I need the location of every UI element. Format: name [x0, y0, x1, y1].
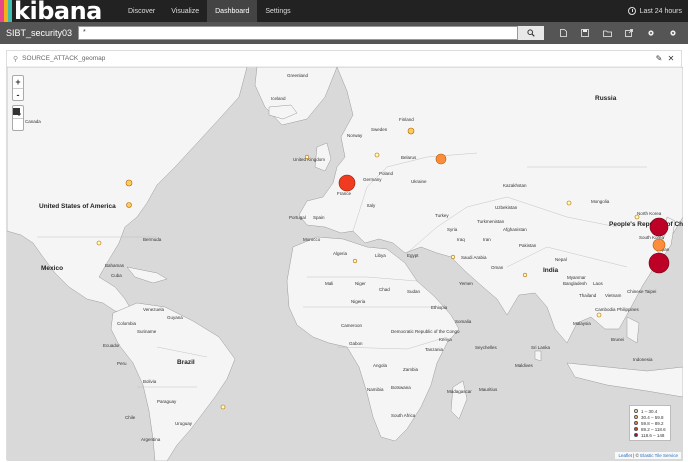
marker-india[interactable] — [522, 272, 528, 278]
marker-russia-west[interactable] — [435, 153, 447, 165]
marker-china-north[interactable] — [649, 217, 669, 237]
options-gear-icon[interactable] — [640, 22, 662, 44]
marker-usa-east[interactable] — [125, 179, 133, 187]
zoom-controls: + - — [12, 75, 24, 101]
legend-label: 30.4 – 59.8 — [641, 414, 664, 420]
legend-swatch — [634, 409, 638, 413]
close-icon[interactable]: ✕ — [665, 54, 677, 63]
legend-row: 118.6 – 148 — [634, 432, 666, 438]
legend-swatch — [634, 427, 638, 431]
search-button[interactable] — [518, 26, 544, 40]
nav-dashboard[interactable]: Dashboard — [207, 0, 258, 22]
dashboard-title: SIBT_security03 — [6, 28, 73, 38]
kibana-logo[interactable]: kibana — [0, 0, 120, 25]
marker-usa-south[interactable] — [96, 240, 102, 246]
new-dashboard-icon[interactable] — [552, 22, 574, 44]
nav-visualize[interactable]: Visualize — [163, 0, 207, 22]
legend-label: 89.2 – 118.6 — [641, 426, 666, 432]
logo-text: kibana — [14, 0, 102, 25]
settings-gear-icon[interactable] — [662, 22, 684, 44]
marker-indochina[interactable] — [596, 312, 602, 318]
top-nav: kibana Discover Visualize Dashboard Sett… — [0, 0, 688, 25]
drag-handle-icon[interactable]: ⚲ — [13, 55, 18, 63]
map-attribution: Leaflet | © Elastic Tile Service — [615, 452, 681, 459]
zoom-out-button[interactable]: - — [13, 88, 23, 100]
marker-sweden[interactable] — [407, 127, 415, 135]
legend-label: 1 – 30.4 — [641, 408, 658, 414]
attack-markers — [96, 127, 670, 410]
marker-china-east[interactable] — [652, 238, 666, 252]
panel-header: ⚲ SOURCE_ATTACK_geomap ✎ ✕ — [7, 51, 681, 67]
legend-swatch — [634, 433, 638, 437]
legend-swatch — [634, 415, 638, 419]
nav-discover[interactable]: Discover — [120, 0, 163, 22]
logo-bars — [0, 0, 12, 22]
marker-korea[interactable] — [634, 214, 640, 220]
draw-controls — [12, 105, 24, 131]
marker-china-south[interactable] — [648, 252, 670, 274]
marker-baltic[interactable] — [374, 152, 380, 158]
time-range-label: Last 24 hours — [639, 7, 682, 15]
share-icon[interactable] — [618, 22, 640, 44]
geomap-panel: ⚲ SOURCE_ATTACK_geomap ✎ ✕ Iceland Canad… — [6, 50, 683, 461]
legend-swatch — [634, 421, 638, 425]
marker-brazil[interactable] — [220, 404, 226, 410]
marker-mongolia[interactable] — [566, 200, 572, 206]
marker-middle-east[interactable] — [450, 254, 456, 260]
clock-icon — [627, 7, 636, 15]
open-folder-icon[interactable] — [596, 22, 618, 44]
search-bar: SIBT_security03 * — [0, 22, 688, 44]
time-picker[interactable]: Last 24 hours — [627, 7, 688, 15]
map-legend: 1 – 30.4 30.4 – 59.8 59.8 – 89.2 89.2 – … — [629, 405, 671, 441]
query-input[interactable]: * — [78, 26, 518, 40]
marker-africa-west[interactable] — [352, 258, 358, 264]
legend-label: 118.6 – 148 — [641, 432, 665, 438]
marker-usa-southeast[interactable] — [126, 202, 132, 208]
panel-title: SOURCE_ATTACK_geomap — [22, 55, 106, 62]
search-icon — [527, 29, 535, 37]
draw-rectangle-icon[interactable] — [13, 108, 23, 130]
zoom-in-button[interactable]: + — [13, 76, 23, 88]
world-map[interactable]: Iceland Canada United States of America … — [7, 67, 683, 461]
edit-pencil-icon[interactable]: ✎ — [653, 54, 665, 63]
tile-service-link[interactable]: Elastic Tile Service — [640, 453, 678, 458]
leaflet-link[interactable]: Leaflet — [618, 453, 632, 458]
marker-france[interactable] — [338, 174, 356, 192]
save-icon[interactable] — [574, 22, 596, 44]
marker-uk[interactable] — [304, 154, 310, 160]
legend-label: 59.8 – 89.2 — [641, 420, 664, 426]
nav-settings[interactable]: Settings — [257, 0, 298, 22]
